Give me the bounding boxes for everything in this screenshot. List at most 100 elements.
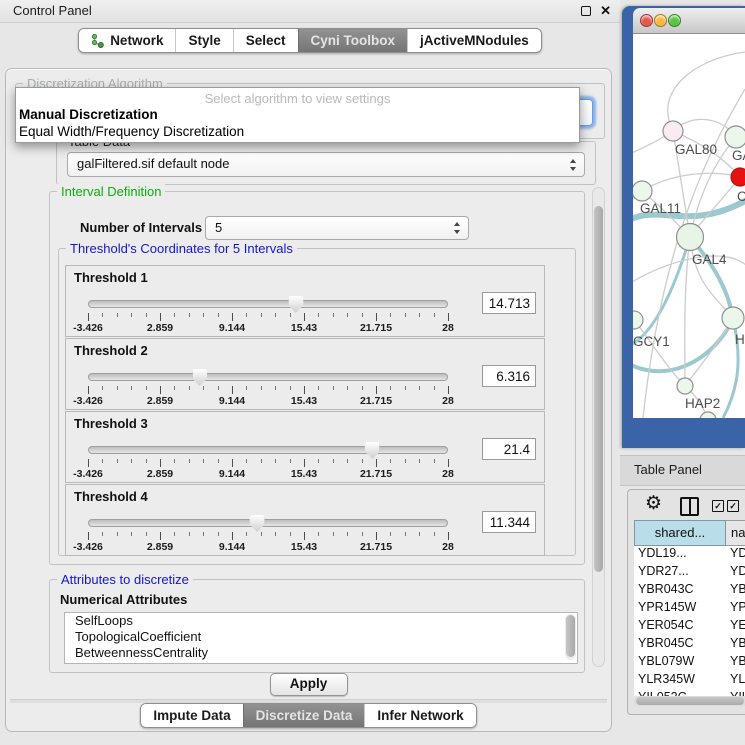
list-scrollbar[interactable] (565, 614, 576, 660)
apply-button[interactable]: Apply (270, 673, 348, 696)
slider-tick (347, 313, 348, 317)
table-row[interactable]: YDR27...YDR2 (634, 564, 745, 582)
slider-scale-label: 9.144 (219, 541, 245, 553)
list-item[interactable]: TopologicalCoefficient (65, 629, 577, 645)
bottom-tabbar: Impute Data Discretize Data Infer Networ… (140, 703, 476, 728)
split-columns-icon[interactable] (680, 497, 699, 516)
list-scrollbar-thumb[interactable] (566, 615, 575, 657)
slider-track[interactable] (88, 519, 448, 527)
list-item[interactable]: BetweennessCentrality (65, 645, 577, 661)
network-node[interactable] (677, 378, 693, 394)
dropdown-option-equal-width[interactable]: Equal Width/Frequency Discretization (19, 124, 244, 139)
slider-track[interactable] (88, 373, 448, 381)
table-row[interactable]: YBR043CYBR0 (634, 582, 745, 600)
cell[interactable]: YPR145W (634, 600, 726, 618)
cell[interactable]: YLR3 (726, 672, 745, 690)
slider-track[interactable] (88, 300, 448, 308)
network-node[interactable] (633, 181, 652, 201)
threshold-slider[interactable]: -3.4262.8599.14415.4321.71528 (88, 296, 448, 334)
slider-tick (232, 532, 233, 540)
cell[interactable]: YDL19... (634, 546, 726, 564)
checkbox-icon[interactable]: ✓ (727, 500, 739, 512)
slider-thumb[interactable] (365, 442, 380, 459)
network-node[interactable] (722, 307, 744, 329)
cell[interactable]: YBR045C (634, 636, 726, 654)
network-canvas[interactable]: GAL80 GA GAL11 C GAL4 GCY1 H HAP2 (633, 34, 745, 418)
slider-tick (376, 386, 377, 394)
table-row[interactable]: YDL19...YDL1 (634, 546, 745, 564)
panel-scrollbar-thumb[interactable] (594, 206, 603, 572)
table-data-combo[interactable]: galFiltered.sif default node (67, 152, 585, 177)
cell[interactable]: YBR043C (634, 582, 726, 600)
slider-thumb[interactable] (288, 296, 303, 313)
cell[interactable]: YPR1 (726, 600, 745, 618)
column-header-name[interactable]: na (726, 520, 745, 546)
network-node[interactable] (700, 412, 716, 418)
gear-icon[interactable]: ⚙ (645, 493, 662, 515)
table-row[interactable]: YLR345WYLR3 (634, 672, 745, 690)
zoom-traffic-light[interactable] (668, 14, 681, 27)
panel-scrollbar[interactable] (592, 187, 605, 667)
threshold-slider[interactable]: -3.4262.8599.14415.4321.71528 (88, 442, 448, 480)
tab-jactivemnodules[interactable]: jActiveMNodules (407, 29, 541, 52)
group-title: Threshold's Coordinates for 5 Intervals (66, 241, 297, 256)
close-icon[interactable]: ✕ (600, 3, 611, 18)
spinner-arrows-icon[interactable] (569, 159, 578, 171)
tab-impute-data[interactable]: Impute Data (141, 704, 242, 727)
list-item[interactable]: SelfLoops (65, 613, 577, 629)
network-node[interactable] (725, 126, 745, 148)
tab-style[interactable]: Style (175, 29, 232, 52)
table-row[interactable]: YPR145WYPR1 (634, 600, 745, 618)
slider-tick (434, 532, 435, 536)
cell[interactable]: YBL079W (634, 654, 726, 672)
cell[interactable]: YLR345W (634, 672, 726, 690)
tab-infer-network[interactable]: Infer Network (364, 704, 475, 727)
num-intervals-combo[interactable]: 5 (205, 216, 469, 240)
slider-tick (160, 386, 161, 394)
threshold-label: Threshold 4 (74, 489, 148, 504)
table-h-scrollbar-thumb[interactable] (636, 697, 744, 705)
table-h-scrollbar[interactable] (634, 696, 745, 706)
table-row[interactable]: YER054CYER0 (634, 618, 745, 636)
cell[interactable]: YER054C (634, 618, 726, 636)
close-traffic-light[interactable] (640, 14, 653, 27)
threshold-value-field[interactable]: 6.316 (482, 365, 536, 387)
checkbox-icon[interactable]: ✓ (712, 500, 724, 512)
slider-track[interactable] (88, 446, 448, 454)
cell[interactable]: YBR0 (726, 582, 745, 600)
numerical-attributes-list[interactable]: SelfLoops TopologicalCoefficient Between… (64, 612, 578, 664)
cell[interactable]: YER0 (726, 618, 745, 636)
slider-tick (146, 532, 147, 536)
table-row[interactable]: YBR045CYBR0 (634, 636, 745, 654)
cell[interactable]: YBR0 (726, 636, 745, 654)
cell[interactable]: YDL1 (726, 546, 745, 564)
table-row[interactable]: YBL079WYBL0 (634, 654, 745, 672)
network-node[interactable] (633, 311, 643, 329)
tab-network[interactable]: Network (79, 29, 175, 52)
dropdown-option-manual[interactable]: Manual Discretization (19, 107, 158, 122)
cell[interactable]: YBL0 (726, 654, 745, 672)
slider-thumb[interactable] (192, 369, 207, 386)
threshold-value-field[interactable]: 11.344 (482, 511, 536, 533)
cell[interactable]: YDR27... (634, 564, 726, 582)
column-header-shared-name[interactable]: shared... (634, 520, 726, 546)
spinner-arrows-icon[interactable] (453, 222, 462, 234)
tab-select[interactable]: Select (233, 29, 298, 52)
dropdown-prompt[interactable]: Select algorithm to view settings (16, 91, 579, 106)
network-node[interactable] (677, 224, 704, 251)
threshold-value-field[interactable]: 21.4 (482, 438, 536, 460)
network-node[interactable] (663, 121, 683, 141)
threshold-value-field[interactable]: 14.713 (482, 292, 536, 314)
slider-tick (448, 313, 449, 321)
slider-scale-label: 21.715 (360, 395, 392, 407)
float-window-icon[interactable] (581, 6, 591, 16)
minimize-traffic-light[interactable] (654, 14, 667, 27)
threshold-slider[interactable]: -3.4262.8599.14415.4321.71528 (88, 515, 448, 553)
threshold-slider[interactable]: -3.4262.8599.14415.4321.71528 (88, 369, 448, 407)
node-table: shared... na YDL19...YDL1 YDR27...YDR2 Y… (634, 520, 745, 696)
cell[interactable]: YDR2 (726, 564, 745, 582)
slider-thumb[interactable] (250, 515, 265, 532)
tab-cyni-toolbox[interactable]: Cyni Toolbox (298, 29, 408, 52)
tab-discretize-data[interactable]: Discretize Data (243, 704, 365, 727)
network-node-selected[interactable] (731, 168, 745, 186)
